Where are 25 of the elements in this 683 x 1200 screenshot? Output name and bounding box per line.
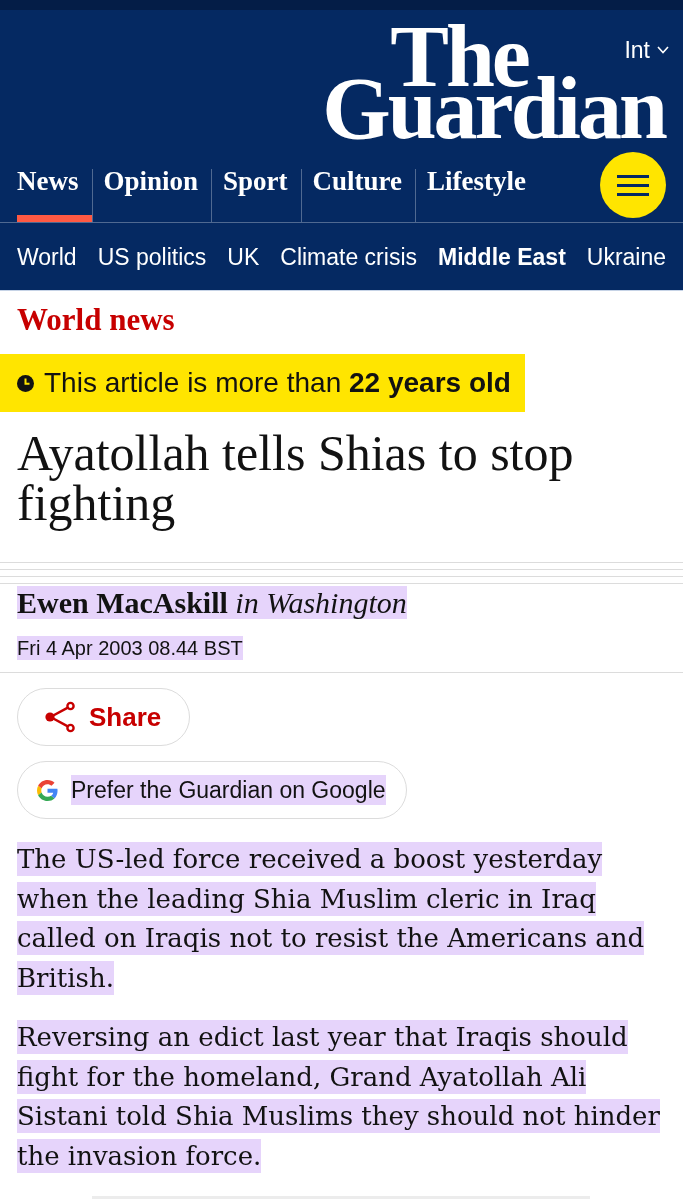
- chevron-down-icon: [657, 46, 669, 54]
- pillar-tab[interactable]: News: [17, 169, 92, 222]
- pillar-tab[interactable]: Culture: [300, 169, 416, 222]
- subnav-link[interactable]: Climate crisis: [280, 242, 417, 271]
- subnav-link[interactable]: UK: [227, 242, 260, 271]
- google-preference-button[interactable]: Prefer the Guardian on Google: [17, 761, 407, 819]
- edition-selector[interactable]: Int: [624, 36, 669, 64]
- subnav-link[interactable]: World: [17, 242, 77, 271]
- pillar-tab[interactable]: Lifestyle: [415, 169, 540, 222]
- subnav-link[interactable]: Middle East: [438, 242, 566, 271]
- share-icon: [45, 701, 75, 733]
- article-paragraph: The US-led force received a boost yesterday when the leading Shia Muslim cleric in Iraq called on Iraqis not to resist the Americans and British.: [17, 841, 646, 997]
- subnav-link[interactable]: US politics: [97, 242, 207, 271]
- byline: Ewen MacAskill in Washington: [17, 586, 407, 619]
- google-icon: [37, 779, 58, 801]
- article-paragraph: Reversing an edict last year that Iraqis should fight for the homeland, Grand Ayatollah Ali Sistani told Shia Muslims they should not hinder the invasion force.: [17, 1019, 661, 1175]
- pillar-tab[interactable]: Sport: [211, 169, 301, 222]
- clock-icon: [17, 374, 34, 392]
- subnav-link[interactable]: Ukraine: [586, 242, 667, 271]
- menu-icon: [617, 174, 649, 196]
- age-notice-text: This article is more than 22 years old: [44, 367, 511, 399]
- pillar-tab[interactable]: Opinion: [91, 169, 212, 222]
- publish-date: Fri 4 Apr 2003 08.44 BST: [17, 636, 243, 660]
- section-link[interactable]: World news: [17, 302, 175, 338]
- share-button[interactable]: Share: [17, 688, 190, 746]
